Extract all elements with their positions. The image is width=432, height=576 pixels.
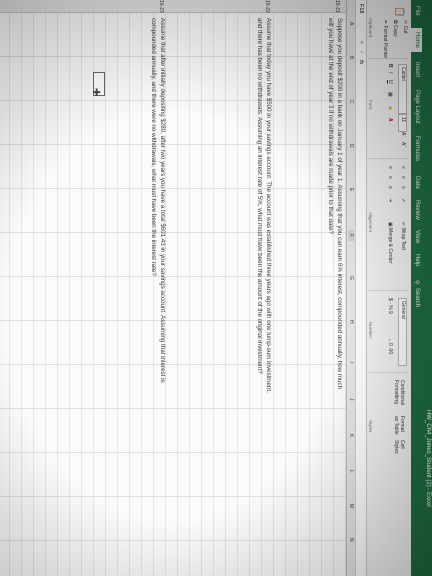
- column-header-b[interactable]: B: [348, 56, 354, 59]
- problem-16-23-line-2: compounded annually, and there were no w…: [150, 18, 158, 276]
- bottom-align-icon[interactable]: ≡: [400, 186, 406, 189]
- formula-bar: F18 ✕ ✓ fx: [355, 0, 366, 576]
- conditional-formatting-button[interactable]: Conditional Formatting: [393, 380, 405, 414]
- column-header-e[interactable]: E: [348, 188, 354, 191]
- column-header-g[interactable]: G: [348, 276, 354, 280]
- top-align-icon[interactable]: ≡: [400, 166, 406, 169]
- indent-icon[interactable]: ⇥: [387, 198, 393, 202]
- cell-cursor-icon: ✚: [90, 88, 101, 97]
- problem-15-22-line-1: Assume that today you have $500 in your …: [265, 18, 272, 393]
- column-header-f[interactable]: F: [348, 230, 354, 242]
- format-as-table-button[interactable]: Format as Table: [393, 416, 405, 438]
- borders-icon[interactable]: ▦: [387, 92, 393, 97]
- ribbon-home: 📋 ✂ Cut ⧉ Copy ✒ Format Painter Clipboar…: [366, 0, 411, 576]
- wrap-text-label: Wrap Text: [400, 227, 406, 250]
- tab-view[interactable]: View: [414, 230, 420, 243]
- cell-grid[interactable]: [0, 0, 346, 576]
- ribbon-tabs: File Home Insert Page Layout Formulas Da…: [411, 0, 422, 576]
- fx-icon[interactable]: fx: [358, 60, 364, 64]
- column-header-m[interactable]: M: [348, 504, 354, 508]
- column-header-i[interactable]: I: [348, 362, 354, 363]
- wrap-text-button[interactable]: ↵ Wrap Text: [400, 222, 406, 250]
- middle-align-icon[interactable]: ≡: [400, 176, 406, 179]
- tab-file[interactable]: File: [414, 6, 420, 16]
- column-header-d[interactable]: D: [348, 144, 354, 148]
- tab-page-layout[interactable]: Page Layout: [414, 90, 420, 124]
- cut-button[interactable]: ✂ Cut: [402, 20, 408, 33]
- problem-15-21-line-2: will you have at the end of year 3 if no…: [327, 18, 335, 234]
- problem-15-21-text[interactable]: Suppose you deposit $200 in a bank on Ja…: [326, 18, 344, 390]
- problem-15-22-text[interactable]: Assume that today you have $500 in your …: [255, 18, 273, 393]
- orientation-icon[interactable]: ➚: [400, 198, 406, 202]
- bold-button[interactable]: B: [387, 64, 393, 68]
- number-format-select[interactable]: General: [398, 298, 407, 366]
- tab-insert[interactable]: Insert: [414, 62, 420, 77]
- cell-styles-button[interactable]: Cell Styles: [393, 440, 405, 456]
- column-header-j[interactable]: J: [348, 398, 354, 401]
- problem-15-21-line-1: Suppose you deposit $200 in a bank on Ja…: [336, 18, 343, 390]
- cut-label: Cut: [402, 25, 408, 34]
- merge-center-button[interactable]: ▣ Merge & Center: [387, 222, 393, 263]
- enter-icon[interactable]: ✓: [358, 50, 364, 55]
- alignment-group-label: Alignment: [368, 212, 373, 233]
- column-header-c[interactable]: C: [348, 100, 354, 104]
- clipboard-group-label: Clipboard: [368, 18, 373, 38]
- underline-button[interactable]: U: [387, 80, 393, 84]
- problem-15-22-line-2: and there has been no withdrawals. Assum…: [256, 18, 264, 374]
- row-label-15-21[interactable]: 15-21: [334, 0, 340, 13]
- column-headers: A B C D E F G H I J K L M N: [346, 0, 355, 576]
- row-label-15-22[interactable]: 15-22: [264, 0, 270, 13]
- fill-color-icon[interactable]: ◈: [387, 106, 393, 110]
- row-headers: [0, 0, 346, 13]
- problem-16-23-line-1: Assume that after initially depositing $…: [159, 18, 166, 383]
- italic-button[interactable]: I: [387, 72, 393, 73]
- excel-window: HW_Ch4_Jones_Student (2) - Excel File Ho…: [0, 0, 432, 576]
- column-header-a[interactable]: A: [348, 22, 354, 25]
- divider: [368, 372, 408, 373]
- divider: [368, 58, 408, 59]
- divider: [368, 290, 408, 291]
- styles-group-label: Styles: [368, 420, 373, 433]
- column-header-k[interactable]: K: [348, 434, 354, 437]
- align-center-icon[interactable]: ≡: [387, 176, 393, 179]
- window-title: HW_Ch4_Jones_Student (2) - Excel: [425, 410, 431, 507]
- tab-data[interactable]: Data: [414, 176, 420, 189]
- row-label-16-23[interactable]: 16-23: [158, 0, 164, 13]
- column-header-l[interactable]: L: [348, 470, 354, 473]
- font-size-select[interactable]: 11: [398, 114, 407, 132]
- problem-16-23-text[interactable]: Assume that after initially depositing $…: [149, 18, 167, 383]
- title-bar: HW_Ch4_Jones_Student (2) - Excel: [422, 0, 432, 576]
- align-left-icon[interactable]: ≡: [387, 166, 393, 169]
- shrink-font-icon[interactable]: Aˇ: [400, 142, 406, 147]
- format-painter-button[interactable]: ✒ Format Painter: [382, 20, 388, 59]
- merge-center-label: Merge & Center: [387, 228, 393, 264]
- tab-formulas[interactable]: Formulas: [414, 136, 420, 161]
- copy-label: Copy: [392, 24, 398, 37]
- search-label[interactable]: Search: [414, 288, 420, 307]
- format-painter-label: Format Painter: [382, 25, 388, 59]
- cancel-icon[interactable]: ✕: [358, 40, 364, 45]
- divider: [368, 158, 408, 159]
- font-color-icon[interactable]: A: [387, 118, 393, 122]
- font-name-select[interactable]: Calibri: [398, 64, 407, 114]
- column-header-n[interactable]: N: [348, 538, 354, 542]
- currency-format-buttons[interactable]: $ - % 9: [387, 298, 393, 314]
- copy-button[interactable]: ⧉ Copy: [392, 20, 398, 37]
- decimal-icon[interactable]: ←0 .00: [387, 338, 393, 354]
- search-icon[interactable]: ⚲: [413, 280, 420, 284]
- tab-home[interactable]: Home: [411, 28, 422, 53]
- tab-review[interactable]: Review: [414, 200, 420, 220]
- align-right-icon[interactable]: ≡: [387, 186, 393, 189]
- font-group-label: Font: [368, 100, 373, 110]
- grow-font-icon[interactable]: Aˆ: [400, 132, 406, 137]
- column-header-h[interactable]: H: [348, 320, 354, 324]
- name-box[interactable]: F18: [358, 4, 364, 32]
- tab-help[interactable]: Help: [414, 254, 420, 266]
- number-group-label: Number: [368, 322, 373, 339]
- paste-icon[interactable]: 📋: [394, 6, 405, 17]
